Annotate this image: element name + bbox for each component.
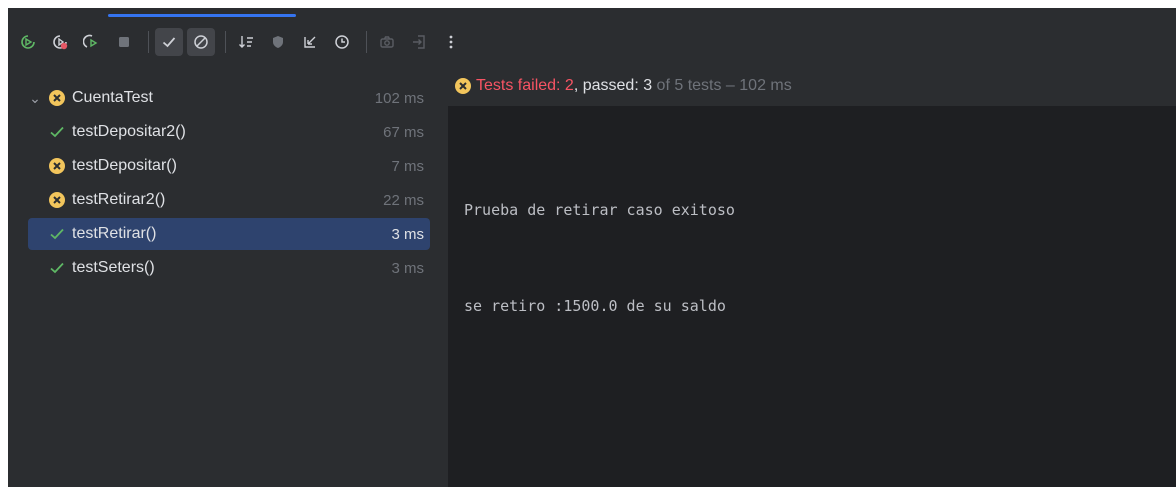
status-separator: , (573, 77, 583, 94)
failed-icon (454, 77, 472, 95)
failed-icon (48, 89, 66, 107)
status-summary-text: of 5 tests – 102 ms (652, 77, 792, 94)
passed-icon (48, 123, 66, 141)
toolbar-separator (366, 31, 367, 53)
collapse-icon[interactable] (296, 28, 324, 56)
tree-item-label: testRetirar2() (72, 191, 166, 208)
test-tree: ⌄ CuentaTest 102 ms testDepositar2() 67 … (8, 66, 438, 487)
sort-icon[interactable] (232, 28, 260, 56)
passed-icon (48, 259, 66, 277)
tree-item-duration: 22 ms (383, 191, 424, 209)
tree-item-testretirar2[interactable]: testRetirar2() 22 ms (28, 184, 430, 216)
chevron-down-icon[interactable]: ⌄ (28, 90, 42, 107)
export-icon[interactable] (405, 28, 433, 56)
tree-item-label: testSeters() (72, 259, 155, 276)
more-icon[interactable] (437, 28, 465, 56)
tree-item-label: testDepositar() (72, 157, 177, 174)
console-output[interactable]: Prueba de retirar caso exitoso se retiro… (464, 130, 735, 386)
console-line: se retiro :1500.0 de su saldo (464, 297, 726, 315)
tree-item-testseters[interactable]: testSeters() 3 ms (28, 252, 430, 284)
tree-item-testretirar[interactable]: testRetirar() 3 ms (28, 218, 430, 250)
toolbar-separator (225, 31, 226, 53)
test-runner-window: ⌄ CuentaTest 102 ms testDepositar2() 67 … (8, 8, 1176, 487)
toolbar-separator (148, 31, 149, 53)
tree-item-testdepositar[interactable]: testDepositar() 7 ms (28, 150, 430, 182)
history-icon[interactable] (328, 28, 356, 56)
passed-icon (48, 225, 66, 243)
console-panel: Tests failed: 2 , passed: 3 of 5 tests –… (448, 66, 1176, 487)
tree-root-label: CuentaTest (72, 89, 153, 106)
stop-icon[interactable] (110, 28, 138, 56)
failed-icon (48, 157, 66, 175)
tree-root-cuentatest[interactable]: ⌄ CuentaTest 102 ms (28, 82, 430, 114)
screenshot-icon[interactable] (373, 28, 401, 56)
console-line: Prueba de retirar caso exitoso (464, 201, 735, 219)
active-tab-indicator (108, 14, 296, 17)
tree-item-testdepositar2[interactable]: testDepositar2() 67 ms (28, 116, 430, 148)
rerun-failed-icon[interactable] (46, 28, 74, 56)
tree-root-duration: 102 ms (374, 89, 424, 107)
test-status-bar: Tests failed: 2 , passed: 3 of 5 tests –… (448, 66, 1176, 106)
show-passed-icon[interactable] (155, 28, 183, 56)
rerun-icon[interactable] (14, 28, 42, 56)
toolbar (8, 20, 1176, 64)
tree-item-duration: 3 ms (391, 225, 424, 243)
toggle-auto-test-icon[interactable] (78, 28, 106, 56)
failed-icon (48, 191, 66, 209)
tree-item-duration: 67 ms (383, 123, 424, 141)
tree-item-duration: 7 ms (391, 157, 424, 175)
status-failed-text: Tests failed: 2 (476, 77, 574, 94)
tree-item-label: testRetirar() (72, 225, 157, 242)
tree-item-label: testDepositar2() (72, 123, 186, 140)
tree-item-duration: 3 ms (391, 259, 424, 277)
coverage-icon[interactable] (264, 28, 292, 56)
status-passed-text: passed: 3 (582, 77, 653, 94)
show-ignored-icon[interactable] (187, 28, 215, 56)
